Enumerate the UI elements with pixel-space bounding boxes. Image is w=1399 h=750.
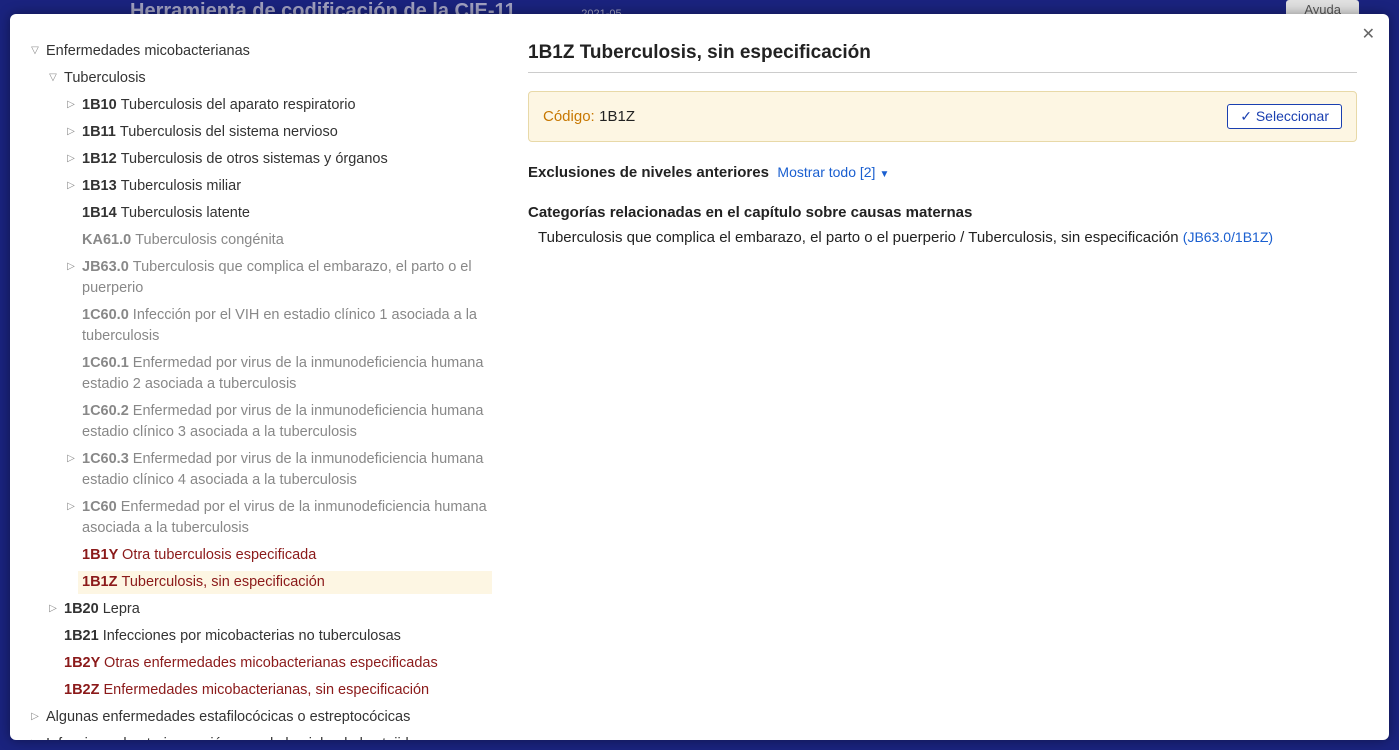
- no-toggle: [46, 679, 60, 683]
- tree-item-label[interactable]: 1B21 Infecciones por micobacterias no tu…: [60, 625, 492, 648]
- related-code-link[interactable]: (JB63.0/1B1Z): [1183, 229, 1273, 245]
- no-toggle: [64, 229, 78, 233]
- tree-item-label[interactable]: 1B11 Tuberculosis del sistema nervioso: [78, 121, 492, 144]
- tree-row[interactable]: 1B1Y Otra tuberculosis especificada: [28, 542, 492, 569]
- expand-icon[interactable]: ▷: [64, 121, 78, 140]
- expand-icon[interactable]: ▷: [64, 175, 78, 194]
- tree-item-label[interactable]: 1B14 Tuberculosis latente: [78, 202, 492, 225]
- tree-row[interactable]: ▷1B20 Lepra: [28, 596, 492, 623]
- no-toggle: [64, 202, 78, 206]
- chevron-down-icon: ▼: [879, 169, 889, 180]
- close-icon[interactable]: ✕: [1362, 24, 1375, 44]
- no-toggle: [64, 352, 78, 356]
- related-section: Categorías relacionadas en el capítulo s…: [528, 204, 1357, 250]
- tree-item-label[interactable]: 1C60.2 Enfermedad por virus de la inmuno…: [78, 400, 492, 444]
- tree-row[interactable]: 1B21 Infecciones por micobacterias no tu…: [28, 623, 492, 650]
- tree-item-label[interactable]: JB63.0 Tuberculosis que complica el emba…: [78, 256, 492, 300]
- expand-icon[interactable]: ▷: [64, 448, 78, 467]
- no-toggle: [64, 571, 78, 575]
- tree-item-label[interactable]: 1C60.1 Enfermedad por virus de la inmuno…: [78, 352, 492, 396]
- tree-row[interactable]: ▽Tuberculosis: [28, 65, 492, 92]
- tree-item-label[interactable]: 1B10 Tuberculosis del aparato respirator…: [78, 94, 492, 117]
- tree-row[interactable]: 1C60.2 Enfermedad por virus de la inmuno…: [28, 398, 492, 446]
- no-toggle: [64, 544, 78, 548]
- no-toggle: [64, 400, 78, 404]
- expand-icon[interactable]: ▷: [64, 148, 78, 167]
- tree-row[interactable]: ▷1C60.3 Enfermedad por virus de la inmun…: [28, 446, 492, 494]
- tree-row[interactable]: ▷Algunas enfermedades estafilocócicas o …: [28, 704, 492, 731]
- expand-icon[interactable]: ▷: [46, 598, 60, 617]
- collapse-icon[interactable]: ▽: [46, 67, 60, 86]
- no-toggle: [46, 652, 60, 656]
- expand-icon[interactable]: ▷: [64, 496, 78, 515]
- exclusions-section: Exclusiones de niveles anteriores Mostra…: [528, 164, 1357, 182]
- tree-row[interactable]: ▷1B10 Tuberculosis del aparato respirato…: [28, 92, 492, 119]
- tree-row[interactable]: ▷1B12 Tuberculosis de otros sistemas y ó…: [28, 146, 492, 173]
- tree-row[interactable]: ▷1B11 Tuberculosis del sistema nervioso: [28, 119, 492, 146]
- tree-item-label[interactable]: 1B12 Tuberculosis de otros sistemas y ór…: [78, 148, 492, 171]
- tree-item-label[interactable]: 1B2Y Otras enfermedades micobacterianas …: [60, 652, 492, 675]
- hierarchy-tree[interactable]: ▽Enfermedades micobacterianas▽Tuberculos…: [10, 14, 500, 740]
- tree-item-label[interactable]: 1B2Z Enfermedades micobacterianas, sin e…: [60, 679, 492, 702]
- select-button[interactable]: ✓ Seleccionar: [1227, 104, 1342, 129]
- tree-row[interactable]: ▽Enfermedades micobacterianas: [28, 38, 492, 65]
- tree-item-label[interactable]: 1C60 Enfermedad por el virus de la inmun…: [78, 496, 492, 540]
- tree-item-label[interactable]: 1C60.0 Infección por el VIH en estadio c…: [78, 304, 492, 348]
- code-label: Código:: [543, 108, 595, 125]
- tree-row[interactable]: 1C60.0 Infección por el VIH en estadio c…: [28, 302, 492, 350]
- show-all-link[interactable]: Mostrar todo [2]▼: [777, 164, 889, 180]
- no-toggle: [64, 304, 78, 308]
- tree-item-label[interactable]: 1B1Z Tuberculosis, sin especificación: [78, 571, 492, 594]
- tree-item-label[interactable]: 1B13 Tuberculosis miliar: [78, 175, 492, 198]
- tree-row[interactable]: 1B2Z Enfermedades micobacterianas, sin e…: [28, 677, 492, 704]
- tree-row[interactable]: 1C60.1 Enfermedad por virus de la inmuno…: [28, 350, 492, 398]
- tree-row[interactable]: 1B1Z Tuberculosis, sin especificación: [28, 569, 492, 596]
- tree-item-label[interactable]: 1B20 Lepra: [60, 598, 492, 621]
- tree-item-label[interactable]: KA61.0 Tuberculosis congénita: [78, 229, 492, 252]
- tree-item-label[interactable]: Infecciones bacterianas piógenas de la p…: [42, 733, 492, 740]
- tree-item-label[interactable]: 1B1Y Otra tuberculosis especificada: [78, 544, 492, 567]
- tree-row[interactable]: 1B14 Tuberculosis latente: [28, 200, 492, 227]
- code-box: Código: 1B1Z ✓ Seleccionar: [528, 91, 1357, 142]
- tree-row[interactable]: KA61.0 Tuberculosis congénita: [28, 227, 492, 254]
- tree-row[interactable]: ▷1B13 Tuberculosis miliar: [28, 173, 492, 200]
- detail-pane: 1B1Z Tuberculosis, sin especificación Có…: [500, 14, 1389, 740]
- tree-row[interactable]: ▷Infecciones bacterianas piógenas de la …: [28, 731, 492, 740]
- related-heading: Categorías relacionadas en el capítulo s…: [528, 204, 1357, 221]
- coding-modal: ✕ ▽Enfermedades micobacterianas▽Tubercul…: [10, 14, 1389, 740]
- detail-title: 1B1Z Tuberculosis, sin especificación: [528, 42, 1357, 73]
- related-entry: Tuberculosis que complica el embarazo, e…: [538, 227, 1357, 250]
- tree-item-label[interactable]: Tuberculosis: [60, 67, 492, 90]
- collapse-icon[interactable]: ▽: [28, 40, 42, 59]
- tree-item-label[interactable]: Algunas enfermedades estafilocócicas o e…: [42, 706, 492, 729]
- expand-icon[interactable]: ▷: [64, 94, 78, 113]
- tree-item-label[interactable]: 1C60.3 Enfermedad por virus de la inmuno…: [78, 448, 492, 492]
- tree-row[interactable]: ▷JB63.0 Tuberculosis que complica el emb…: [28, 254, 492, 302]
- expand-icon[interactable]: ▷: [28, 706, 42, 725]
- tree-item-label[interactable]: Enfermedades micobacterianas: [42, 40, 492, 63]
- tree-row[interactable]: ▷1C60 Enfermedad por el virus de la inmu…: [28, 494, 492, 542]
- code-value: 1B1Z: [599, 108, 635, 125]
- exclusions-heading: Exclusiones de niveles anteriores: [528, 164, 769, 181]
- no-toggle: [46, 625, 60, 629]
- expand-icon[interactable]: ▷: [28, 733, 42, 740]
- tree-row[interactable]: 1B2Y Otras enfermedades micobacterianas …: [28, 650, 492, 677]
- expand-icon[interactable]: ▷: [64, 256, 78, 275]
